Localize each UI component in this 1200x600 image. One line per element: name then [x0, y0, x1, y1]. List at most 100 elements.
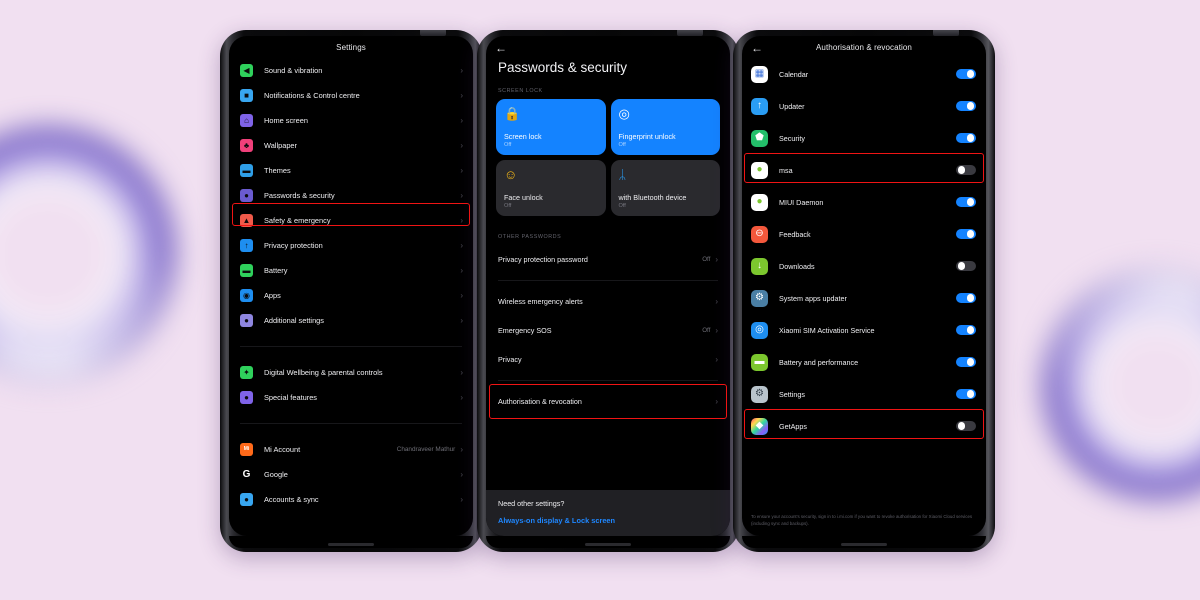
app-row-feedback[interactable]: ⊖ Feedback [742, 218, 986, 250]
list-item-privacy-protection-password[interactable]: Privacy protection password Off › [486, 245, 730, 274]
sidebar-item-accounts-sync[interactable]: ● Accounts & sync › [229, 487, 473, 512]
sidebar-item-themes[interactable]: ▬ Themes › [229, 158, 473, 183]
sidebar-item-label: Additional settings [264, 316, 324, 325]
screen-bottom-bar [229, 536, 473, 548]
sidebar-item-sound-vibration[interactable]: ◀ Sound & vibration › [229, 58, 473, 83]
toggle-updater[interactable] [956, 100, 976, 112]
toggle-xiaomi-sim-activation-service[interactable] [956, 324, 976, 336]
toggle-downloads[interactable] [956, 260, 976, 272]
home-indicator[interactable] [841, 543, 887, 546]
app-row-updater[interactable]: ↑ Updater [742, 90, 986, 122]
sidebar-item-label: Sound & vibration [264, 66, 323, 75]
page-title: Settings [336, 42, 366, 52]
sidebar-item-wallpaper[interactable]: ♣ Wallpaper › [229, 133, 473, 158]
sidebar-item-battery[interactable]: ▬ Battery › [229, 258, 473, 283]
divider [498, 380, 718, 381]
card-screen-lock[interactable]: 🔒 Screen lock Off [496, 99, 606, 155]
card-title: Screen lock [504, 132, 542, 141]
toggle-settings[interactable] [956, 388, 976, 400]
sidebar-item-label: Themes [264, 166, 291, 175]
sidebar-item-google[interactable]: G Google › [229, 462, 473, 487]
app-name: Battery and performance [779, 357, 859, 367]
section-label-screen-lock: Screen lock [498, 88, 543, 94]
home-indicator[interactable] [328, 543, 374, 546]
toggle-miui-daemon[interactable] [956, 196, 976, 208]
toggle-calendar[interactable] [956, 68, 976, 80]
sidebar-item-apps[interactable]: ◉ Apps › [229, 283, 473, 308]
sidebar-item-digital-wellbeing-parental-controls[interactable]: ✦ Digital Wellbeing & parental controls › [229, 360, 473, 385]
sidebar-item-home-screen[interactable]: ⌂ Home screen › [229, 108, 473, 133]
app-name: GetApps [779, 421, 807, 431]
other-passwords-list[interactable]: Privacy protection password Off › Wireless … [486, 245, 730, 416]
card-title: with Bluetooth device [618, 193, 687, 202]
authorised-apps-list[interactable]: ▦ Calendar ↑ Updater ⬟ Security ● msa ● MIUI Daem… [742, 58, 986, 442]
chevron-right-icon: › [715, 296, 718, 306]
toggle-knob [967, 102, 975, 110]
back-arrow-icon[interactable]: ← [495, 42, 507, 54]
list-item-authorisation-revocation[interactable]: Authorisation & revocation › [486, 387, 730, 416]
screen-bottom-bar [742, 536, 986, 548]
android-icon: ● [751, 193, 768, 211]
chevron-right-icon: › [460, 469, 463, 479]
sidebar-item-privacy-protection[interactable]: ↑ Privacy protection › [229, 233, 473, 258]
settings-list[interactable]: ◀ Sound & vibration › ■ Notifications & Cont… [229, 58, 473, 514]
screen-lock-cards[interactable]: 🔒 Screen lock Off ◎ Fingerprint unlock Off ☺ Fa… [486, 99, 730, 216]
app-row-battery-and-performance[interactable]: ▬ Battery and performance [742, 346, 986, 378]
chevron-right-icon: › [715, 325, 718, 335]
card-face-unlock[interactable]: ☺ Face unlock Off [496, 160, 606, 216]
app-row-downloads[interactable]: ↓ Downloads [742, 250, 986, 282]
sidebar-item-mi-account[interactable]: Mi Mi Account Chandraveer Mathur › [229, 437, 473, 462]
phone-reflection: ← Passwords & security Screen lock 🔒Scre… [477, 553, 739, 600]
app-name: MIUI Daemon [779, 197, 824, 207]
chevron-right-icon: › [460, 290, 463, 300]
special-features-icon: ● [240, 391, 253, 404]
phone-frame: Settings ◀ Sound & vibration › ■ Notificatio… [220, 30, 482, 552]
app-row-settings[interactable]: ⚙ Settings [742, 378, 986, 410]
sidebar-item-value: Chandraveer Mathur [396, 446, 456, 453]
apps-icon: ◉ [240, 289, 253, 302]
sidebar-item-additional-settings[interactable]: ● Additional settings › [229, 308, 473, 333]
battery-icon: ▬ [751, 353, 768, 371]
list-item-privacy[interactable]: Privacy › [486, 345, 730, 374]
card-with-bluetooth-device[interactable]: ᛦ with Bluetooth device Off [610, 160, 720, 216]
section-label-other-passwords: Other passwords [498, 234, 562, 240]
sidebar-item-safety-emergency[interactable]: ▲ Safety & emergency › [229, 208, 473, 233]
sidebar-item-special-features[interactable]: ● Special features › [229, 385, 473, 410]
settings-gear-icon: ⚙ [751, 385, 768, 403]
always-on-display-link[interactable]: Always-on display & Lock screen [498, 516, 718, 525]
home-indicator[interactable] [585, 543, 631, 546]
toggle-getapps[interactable] [956, 420, 976, 432]
back-arrow-icon[interactable]: ← [751, 42, 763, 54]
app-row-xiaomi-sim-activation-service[interactable]: ◎ Xiaomi SIM Activation Service [742, 314, 986, 346]
toggle-msa[interactable] [956, 164, 976, 176]
phone-screen: ← Passwords & security Screen lock 🔒 Scre… [486, 36, 730, 536]
card-status: Off [618, 203, 626, 209]
sidebar-item-notifications-control-centre[interactable]: ■ Notifications & Control centre › [229, 83, 473, 108]
app-row-system-apps-updater[interactable]: ⚙ System apps updater [742, 282, 986, 314]
app-row-msa[interactable]: ● msa [742, 154, 986, 186]
app-row-calendar[interactable]: ▦ Calendar [742, 58, 986, 90]
download-icon: ↓ [751, 257, 768, 275]
list-item-emergency-sos[interactable]: Emergency SOS Off › [486, 316, 730, 345]
footer-question: Need other settings? [498, 499, 565, 508]
list-group-gap [229, 410, 473, 423]
toggle-feedback[interactable] [956, 228, 976, 240]
card-fingerprint-unlock[interactable]: ◎ Fingerprint unlock Off [610, 99, 720, 155]
list-item-wireless-emergency-alerts[interactable]: Wireless emergency alerts › [486, 287, 730, 316]
sidebar-item-label: Battery [264, 266, 288, 275]
card-row: ☺ Face unlock Off ᛦ with Bluetooth device Off [486, 160, 730, 216]
chevron-right-icon: › [460, 90, 463, 100]
app-row-miui-daemon[interactable]: ● MIUI Daemon [742, 186, 986, 218]
list-group-gap [229, 424, 473, 437]
chevron-right-icon: › [715, 354, 718, 364]
card-status: Off [504, 203, 512, 209]
chevron-right-icon: › [460, 444, 463, 454]
toggle-security[interactable] [956, 132, 976, 144]
toggle-battery-and-performance[interactable] [956, 356, 976, 368]
toggle-system-apps-updater[interactable] [956, 292, 976, 304]
app-row-security[interactable]: ⬟ Security [742, 122, 986, 154]
app-row-getapps[interactable]: ◆ GetApps [742, 410, 986, 442]
speaker-icon: ◀ [240, 64, 253, 77]
sidebar-item-passwords-security[interactable]: ● Passwords & security › [229, 183, 473, 208]
phone-authorisation-revocation-screen: ← Authorisation & revocation ▦ Calendar ↑ U… [733, 30, 995, 552]
